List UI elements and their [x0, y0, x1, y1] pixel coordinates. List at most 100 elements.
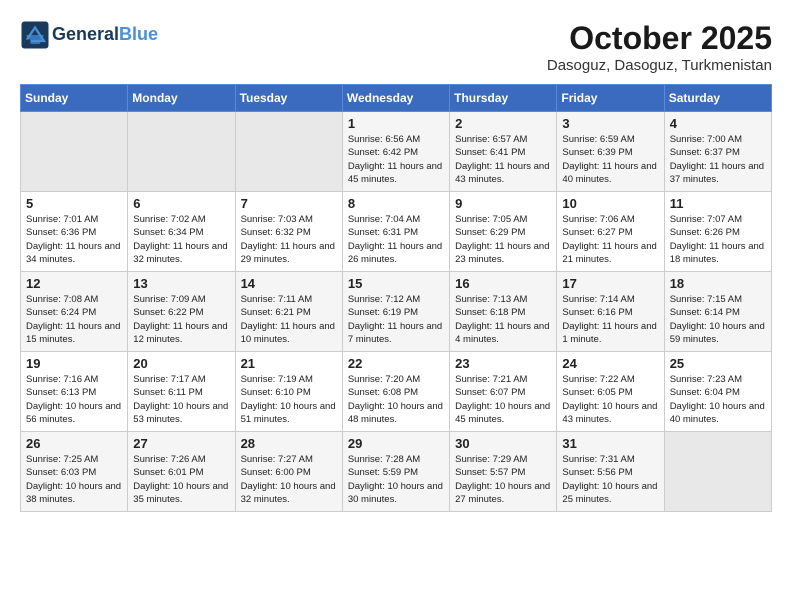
weekday-header-cell: Friday: [557, 85, 664, 112]
day-number: 31: [562, 436, 658, 451]
day-number: 16: [455, 276, 551, 291]
calendar-cell: 16 Sunrise: 7:13 AM Sunset: 6:18 PM Dayli…: [450, 272, 557, 352]
calendar-cell: 3 Sunrise: 6:59 AM Sunset: 6:39 PM Daylig…: [557, 112, 664, 192]
day-number: 3: [562, 116, 658, 131]
day-number: 1: [348, 116, 444, 131]
calendar-week-row: 1 Sunrise: 6:56 AM Sunset: 6:42 PM Daylig…: [21, 112, 772, 192]
weekday-header-cell: Saturday: [664, 85, 771, 112]
cell-content: Sunrise: 7:05 AM Sunset: 6:29 PM Dayligh…: [455, 213, 551, 266]
day-number: 10: [562, 196, 658, 211]
calendar-cell: 18 Sunrise: 7:15 AM Sunset: 6:14 PM Dayli…: [664, 272, 771, 352]
day-number: 6: [133, 196, 229, 211]
calendar-cell: [21, 112, 128, 192]
calendar-cell: 27Sunrise: 7:26 AM Sunset: 6:01 PM Dayli…: [128, 432, 235, 512]
cell-content: Sunrise: 7:31 AM Sunset: 5:56 PM Dayligh…: [562, 453, 658, 506]
day-number: 13: [133, 276, 229, 291]
calendar-week-row: 5Sunrise: 7:01 AM Sunset: 6:36 PM Daylig…: [21, 192, 772, 272]
cell-content: Sunrise: 7:20 AM Sunset: 6:08 PM Dayligh…: [348, 373, 444, 426]
calendar-cell: 31 Sunrise: 7:31 AM Sunset: 5:56 PM Dayli…: [557, 432, 664, 512]
weekday-header-cell: Thursday: [450, 85, 557, 112]
calendar-cell: 8 Sunrise: 7:04 AM Sunset: 6:31 PM Daylig…: [342, 192, 449, 272]
day-number: 9: [455, 196, 551, 211]
day-number: 15: [348, 276, 444, 291]
cell-content: Sunrise: 7:04 AM Sunset: 6:31 PM Dayligh…: [348, 213, 444, 266]
cell-content: Sunrise: 7:23 AM Sunset: 6:04 PM Dayligh…: [670, 373, 766, 426]
cell-content: Sunrise: 7:26 AM Sunset: 6:01 PM Dayligh…: [133, 453, 229, 506]
calendar-cell: 4 Sunrise: 7:00 AM Sunset: 6:37 PM Daylig…: [664, 112, 771, 192]
day-number: 12: [26, 276, 122, 291]
calendar-cell: 5Sunrise: 7:01 AM Sunset: 6:36 PM Daylig…: [21, 192, 128, 272]
calendar-cell: 19 Sunrise: 7:16 AM Sunset: 6:13 PM Dayli…: [21, 352, 128, 432]
cell-content: Sunrise: 7:07 AM Sunset: 6:26 PM Dayligh…: [670, 213, 766, 266]
day-number: 8: [348, 196, 444, 211]
calendar-cell: 25 Sunrise: 7:23 AM Sunset: 6:04 PM Dayli…: [664, 352, 771, 432]
calendar-week-row: 19 Sunrise: 7:16 AM Sunset: 6:13 PM Dayli…: [21, 352, 772, 432]
cell-content: Sunrise: 7:02 AM Sunset: 6:34 PM Dayligh…: [133, 213, 229, 266]
calendar-cell: 21 Sunrise: 7:19 AM Sunset: 6:10 PM Dayli…: [235, 352, 342, 432]
calendar-cell: 11 Sunrise: 7:07 AM Sunset: 6:26 PM Dayli…: [664, 192, 771, 272]
cell-content: Sunrise: 7:00 AM Sunset: 6:37 PM Dayligh…: [670, 133, 766, 186]
calendar-cell: 6 Sunrise: 7:02 AM Sunset: 6:34 PM Daylig…: [128, 192, 235, 272]
cell-content: Sunrise: 7:28 AM Sunset: 5:59 PM Dayligh…: [348, 453, 444, 506]
weekday-header-row: SundayMondayTuesdayWednesdayThursdayFrid…: [21, 85, 772, 112]
logo: GeneralBlue: [20, 20, 158, 50]
cell-content: Sunrise: 7:15 AM Sunset: 6:14 PM Dayligh…: [670, 293, 766, 346]
calendar-cell: 10 Sunrise: 7:06 AM Sunset: 6:27 PM Dayli…: [557, 192, 664, 272]
calendar-cell: 17 Sunrise: 7:14 AM Sunset: 6:16 PM Dayli…: [557, 272, 664, 352]
cell-content: Sunrise: 7:17 AM Sunset: 6:11 PM Dayligh…: [133, 373, 229, 426]
cell-content: Sunrise: 7:09 AM Sunset: 6:22 PM Dayligh…: [133, 293, 229, 346]
day-number: 30: [455, 436, 551, 451]
calendar-cell: 7Sunrise: 7:03 AM Sunset: 6:32 PM Daylig…: [235, 192, 342, 272]
day-number: 23: [455, 356, 551, 371]
cell-content: Sunrise: 7:16 AM Sunset: 6:13 PM Dayligh…: [26, 373, 122, 426]
day-number: 22: [348, 356, 444, 371]
cell-content: Sunrise: 7:29 AM Sunset: 5:57 PM Dayligh…: [455, 453, 551, 506]
calendar-cell: [128, 112, 235, 192]
weekday-header-cell: Sunday: [21, 85, 128, 112]
day-number: 20: [133, 356, 229, 371]
title-block: October 2025 Dasoguz, Dasoguz, Turkmenis…: [547, 20, 772, 74]
calendar-cell: 15 Sunrise: 7:12 AM Sunset: 6:19 PM Dayli…: [342, 272, 449, 352]
calendar-table: SundayMondayTuesdayWednesdayThursdayFrid…: [20, 84, 772, 512]
day-number: 14: [241, 276, 337, 291]
cell-content: Sunrise: 7:03 AM Sunset: 6:32 PM Dayligh…: [241, 213, 337, 266]
calendar-cell: 24Sunrise: 7:22 AM Sunset: 6:05 PM Dayli…: [557, 352, 664, 432]
cell-content: Sunrise: 7:13 AM Sunset: 6:18 PM Dayligh…: [455, 293, 551, 346]
calendar-cell: 29 Sunrise: 7:28 AM Sunset: 5:59 PM Dayli…: [342, 432, 449, 512]
calendar-cell: [235, 112, 342, 192]
cell-content: Sunrise: 7:25 AM Sunset: 6:03 PM Dayligh…: [26, 453, 122, 506]
day-number: 18: [670, 276, 766, 291]
cell-content: Sunrise: 7:08 AM Sunset: 6:24 PM Dayligh…: [26, 293, 122, 346]
cell-content: Sunrise: 7:06 AM Sunset: 6:27 PM Dayligh…: [562, 213, 658, 266]
day-number: 29: [348, 436, 444, 451]
cell-content: Sunrise: 7:19 AM Sunset: 6:10 PM Dayligh…: [241, 373, 337, 426]
day-number: 24: [562, 356, 658, 371]
day-number: 4: [670, 116, 766, 131]
cell-content: Sunrise: 6:56 AM Sunset: 6:42 PM Dayligh…: [348, 133, 444, 186]
calendar-week-row: 12 Sunrise: 7:08 AM Sunset: 6:24 PM Dayli…: [21, 272, 772, 352]
page-header: GeneralBlue October 2025 Dasoguz, Dasogu…: [20, 20, 772, 74]
calendar-cell: 23Sunrise: 7:21 AM Sunset: 6:07 PM Dayli…: [450, 352, 557, 432]
calendar-cell: 28 Sunrise: 7:27 AM Sunset: 6:00 PM Dayli…: [235, 432, 342, 512]
day-number: 21: [241, 356, 337, 371]
cell-content: Sunrise: 7:12 AM Sunset: 6:19 PM Dayligh…: [348, 293, 444, 346]
cell-content: Sunrise: 7:27 AM Sunset: 6:00 PM Dayligh…: [241, 453, 337, 506]
calendar-cell: 30 Sunrise: 7:29 AM Sunset: 5:57 PM Dayli…: [450, 432, 557, 512]
cell-content: Sunrise: 7:01 AM Sunset: 6:36 PM Dayligh…: [26, 213, 122, 266]
calendar-cell: 9 Sunrise: 7:05 AM Sunset: 6:29 PM Daylig…: [450, 192, 557, 272]
day-number: 25: [670, 356, 766, 371]
day-number: 11: [670, 196, 766, 211]
calendar-cell: 26 Sunrise: 7:25 AM Sunset: 6:03 PM Dayli…: [21, 432, 128, 512]
day-number: 17: [562, 276, 658, 291]
cell-content: Sunrise: 6:59 AM Sunset: 6:39 PM Dayligh…: [562, 133, 658, 186]
cell-content: Sunrise: 7:14 AM Sunset: 6:16 PM Dayligh…: [562, 293, 658, 346]
calendar-cell: 2Sunrise: 6:57 AM Sunset: 6:41 PM Daylig…: [450, 112, 557, 192]
day-number: 26: [26, 436, 122, 451]
calendar-cell: [664, 432, 771, 512]
location: Dasoguz, Dasoguz, Turkmenistan: [547, 57, 772, 74]
calendar-cell: 1 Sunrise: 6:56 AM Sunset: 6:42 PM Daylig…: [342, 112, 449, 192]
day-number: 28: [241, 436, 337, 451]
day-number: 19: [26, 356, 122, 371]
logo-icon: [20, 20, 50, 50]
calendar-cell: 22 Sunrise: 7:20 AM Sunset: 6:08 PM Dayli…: [342, 352, 449, 432]
